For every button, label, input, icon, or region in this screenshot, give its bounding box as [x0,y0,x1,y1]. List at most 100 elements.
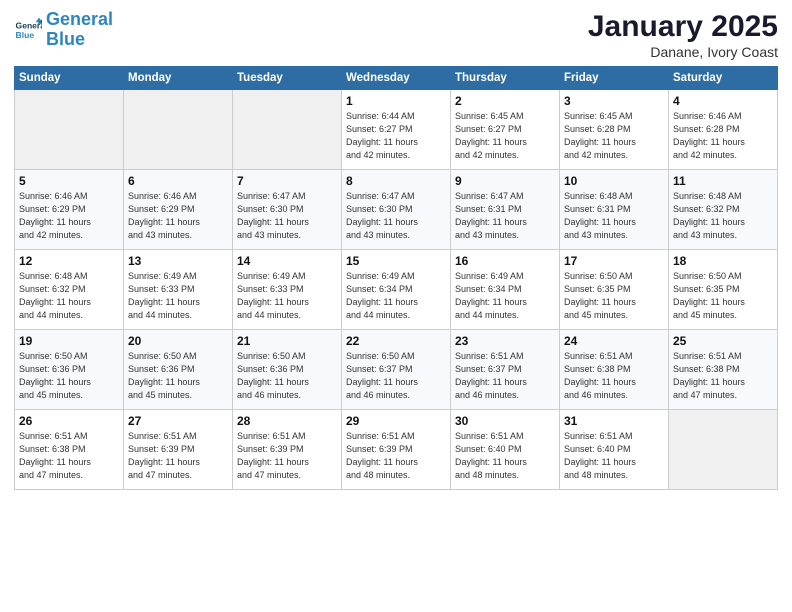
page-container: General Blue General Blue January 2025 D… [0,0,792,500]
calendar-cell [669,410,778,490]
logo-text: General Blue [46,10,113,50]
day-number: 8 [346,174,446,188]
calendar-cell: 2 Sunrise: 6:45 AM Sunset: 6:27 PM Daylig… [451,90,560,170]
calendar-cell: 16Sunrise: 6:49 AM Sunset: 6:34 PM Dayli… [451,250,560,330]
day-info: Sunrise: 6:45 AM Sunset: 6:27 PM Dayligh… [455,110,555,162]
day-info: Sunrise: 6:49 AM Sunset: 6:34 PM Dayligh… [455,270,555,322]
week-row-1: 1 Sunrise: 6:44 AM Sunset: 6:27 PM Daylig… [15,90,778,170]
calendar-table: SundayMondayTuesdayWednesdayThursdayFrid… [14,66,778,490]
day-info: Sunrise: 6:47 AM Sunset: 6:31 PM Dayligh… [455,190,555,242]
day-info: Sunrise: 6:51 AM Sunset: 6:38 PM Dayligh… [564,350,664,402]
calendar-cell: 15 Sunrise: 6:49 AM Sunset: 6:34 PM Dayli… [342,250,451,330]
calendar-cell: 5 Sunrise: 6:46 AM Sunset: 6:29 PM Daylig… [15,170,124,250]
calendar-cell: 23Sunrise: 6:51 AM Sunset: 6:37 PM Dayli… [451,330,560,410]
calendar-cell: 3Sunrise: 6:45 AM Sunset: 6:28 PM Daylig… [560,90,669,170]
title-block: January 2025 Danane, Ivory Coast [588,10,778,60]
calendar-cell: 27 Sunrise: 6:51 AM Sunset: 6:39 PM Dayli… [124,410,233,490]
day-info: Sunrise: 6:46 AM Sunset: 6:29 PM Dayligh… [19,190,119,242]
page-header: General Blue General Blue January 2025 D… [14,10,778,60]
day-number: 25 [673,334,773,348]
day-number: 18 [673,254,773,268]
day-number: 10 [564,174,664,188]
svg-text:Blue: Blue [16,30,35,40]
day-number: 6 [128,174,228,188]
calendar-cell: 17 Sunrise: 6:50 AM Sunset: 6:35 PM Dayli… [560,250,669,330]
day-number: 11 [673,174,773,188]
calendar-cell: 28Sunrise: 6:51 AM Sunset: 6:39 PM Dayli… [233,410,342,490]
calendar-cell: 7 Sunrise: 6:47 AM Sunset: 6:30 PM Daylig… [233,170,342,250]
calendar-cell: 4 Sunrise: 6:46 AM Sunset: 6:28 PM Daylig… [669,90,778,170]
header-cell-tuesday: Tuesday [233,67,342,90]
day-number: 27 [128,414,228,428]
calendar-cell [233,90,342,170]
day-number: 20 [128,334,228,348]
calendar-cell: 29Sunrise: 6:51 AM Sunset: 6:39 PM Dayli… [342,410,451,490]
calendar-cell: 25Sunrise: 6:51 AM Sunset: 6:38 PM Dayli… [669,330,778,410]
calendar-cell: 1 Sunrise: 6:44 AM Sunset: 6:27 PM Daylig… [342,90,451,170]
calendar-cell: 18 Sunrise: 6:50 AM Sunset: 6:35 PM Dayli… [669,250,778,330]
logo-icon: General Blue [14,16,42,44]
day-number: 21 [237,334,337,348]
day-info: Sunrise: 6:50 AM Sunset: 6:37 PM Dayligh… [346,350,446,402]
calendar-cell: 12Sunrise: 6:48 AM Sunset: 6:32 PM Dayli… [15,250,124,330]
calendar-cell: 26Sunrise: 6:51 AM Sunset: 6:38 PM Dayli… [15,410,124,490]
day-info: Sunrise: 6:51 AM Sunset: 6:40 PM Dayligh… [455,430,555,482]
day-number: 15 [346,254,446,268]
day-info: Sunrise: 6:44 AM Sunset: 6:27 PM Dayligh… [346,110,446,162]
header-cell-monday: Monday [124,67,233,90]
day-info: Sunrise: 6:48 AM Sunset: 6:32 PM Dayligh… [673,190,773,242]
calendar-cell: 19 Sunrise: 6:50 AM Sunset: 6:36 PM Dayli… [15,330,124,410]
calendar-cell [124,90,233,170]
calendar-cell: 8 Sunrise: 6:47 AM Sunset: 6:30 PM Daylig… [342,170,451,250]
week-row-2: 5 Sunrise: 6:46 AM Sunset: 6:29 PM Daylig… [15,170,778,250]
calendar-cell: 24Sunrise: 6:51 AM Sunset: 6:38 PM Dayli… [560,330,669,410]
day-info: Sunrise: 6:51 AM Sunset: 6:38 PM Dayligh… [19,430,119,482]
day-info: Sunrise: 6:51 AM Sunset: 6:37 PM Dayligh… [455,350,555,402]
calendar-cell: 31 Sunrise: 6:51 AM Sunset: 6:40 PM Dayli… [560,410,669,490]
calendar-title: January 2025 [588,10,778,44]
day-number: 22 [346,334,446,348]
day-number: 3 [564,94,664,108]
day-number: 17 [564,254,664,268]
day-info: Sunrise: 6:49 AM Sunset: 6:33 PM Dayligh… [237,270,337,322]
day-info: Sunrise: 6:50 AM Sunset: 6:35 PM Dayligh… [673,270,773,322]
day-info: Sunrise: 6:46 AM Sunset: 6:28 PM Dayligh… [673,110,773,162]
week-row-3: 12Sunrise: 6:48 AM Sunset: 6:32 PM Dayli… [15,250,778,330]
calendar-cell: 14 Sunrise: 6:49 AM Sunset: 6:33 PM Dayli… [233,250,342,330]
header-cell-saturday: Saturday [669,67,778,90]
day-number: 28 [237,414,337,428]
logo: General Blue General Blue [14,10,113,50]
calendar-cell: 13 Sunrise: 6:49 AM Sunset: 6:33 PM Dayli… [124,250,233,330]
calendar-cell: 22 Sunrise: 6:50 AM Sunset: 6:37 PM Dayli… [342,330,451,410]
header-cell-friday: Friday [560,67,669,90]
day-number: 2 [455,94,555,108]
day-number: 7 [237,174,337,188]
header-cell-wednesday: Wednesday [342,67,451,90]
day-number: 1 [346,94,446,108]
day-number: 4 [673,94,773,108]
day-number: 5 [19,174,119,188]
day-info: Sunrise: 6:47 AM Sunset: 6:30 PM Dayligh… [346,190,446,242]
day-info: Sunrise: 6:51 AM Sunset: 6:39 PM Dayligh… [128,430,228,482]
day-info: Sunrise: 6:49 AM Sunset: 6:34 PM Dayligh… [346,270,446,322]
day-info: Sunrise: 6:48 AM Sunset: 6:32 PM Dayligh… [19,270,119,322]
day-number: 14 [237,254,337,268]
day-info: Sunrise: 6:51 AM Sunset: 6:40 PM Dayligh… [564,430,664,482]
day-number: 31 [564,414,664,428]
day-info: Sunrise: 6:49 AM Sunset: 6:33 PM Dayligh… [128,270,228,322]
day-number: 9 [455,174,555,188]
day-number: 19 [19,334,119,348]
header-cell-thursday: Thursday [451,67,560,90]
day-info: Sunrise: 6:50 AM Sunset: 6:35 PM Dayligh… [564,270,664,322]
day-info: Sunrise: 6:50 AM Sunset: 6:36 PM Dayligh… [19,350,119,402]
day-info: Sunrise: 6:47 AM Sunset: 6:30 PM Dayligh… [237,190,337,242]
calendar-cell: 9 Sunrise: 6:47 AM Sunset: 6:31 PM Daylig… [451,170,560,250]
day-info: Sunrise: 6:46 AM Sunset: 6:29 PM Dayligh… [128,190,228,242]
day-info: Sunrise: 6:50 AM Sunset: 6:36 PM Dayligh… [237,350,337,402]
day-number: 30 [455,414,555,428]
week-row-4: 19 Sunrise: 6:50 AM Sunset: 6:36 PM Dayli… [15,330,778,410]
calendar-cell: 20Sunrise: 6:50 AM Sunset: 6:36 PM Dayli… [124,330,233,410]
day-number: 13 [128,254,228,268]
header-row: SundayMondayTuesdayWednesdayThursdayFrid… [15,67,778,90]
calendar-subtitle: Danane, Ivory Coast [588,44,778,60]
